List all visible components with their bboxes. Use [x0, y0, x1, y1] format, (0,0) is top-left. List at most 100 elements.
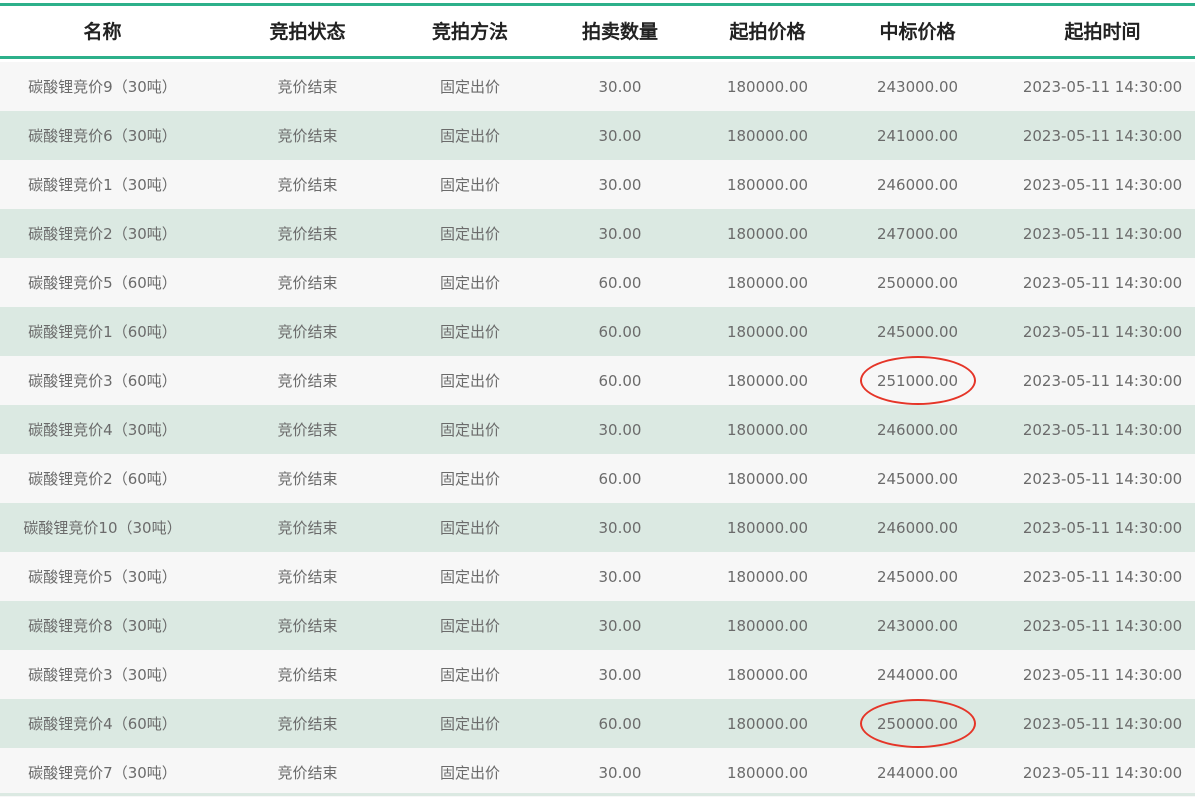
cell-quantity: 30.00	[598, 175, 642, 194]
cell-name: 碳酸锂竞价1（60吨）	[28, 323, 177, 341]
cell-status: 竞价结束	[277, 274, 338, 292]
cell-start-time: 2023-05-11 14:30:00	[1022, 714, 1183, 733]
cell-start-time: 2023-05-11 14:30:00	[1022, 224, 1183, 243]
table-row[interactable]: 碳酸锂竞价1（30吨） 竞价结束 固定出价 30.00 180000.00 246000.…	[0, 160, 1195, 209]
cell-start-price: 180000.00	[726, 175, 809, 194]
table-row[interactable]: 碳酸锂竞价3（30吨） 竞价结束 固定出价 30.00 180000.00 244000.…	[0, 650, 1195, 699]
cell-method: 固定出价	[439, 323, 500, 341]
cell-method: 固定出价	[439, 617, 500, 635]
cell-method: 固定出价	[439, 372, 500, 390]
cell-start-price: 180000.00	[726, 126, 809, 145]
cell-status: 竞价结束	[277, 127, 338, 145]
table-row[interactable]: 碳酸锂竞价5（30吨） 竞价结束 固定出价 30.00 180000.00 245000.…	[0, 552, 1195, 601]
cell-name: 碳酸锂竞价3（60吨）	[28, 372, 177, 390]
cell-winning-price: 241000.00	[876, 126, 959, 145]
cell-winning-price: 247000.00	[876, 224, 959, 243]
table-row[interactable]: 碳酸锂竞价9（30吨） 竞价结束 固定出价 30.00 180000.00 243000.…	[0, 62, 1195, 111]
cell-start-time: 2023-05-11 14:30:00	[1022, 175, 1183, 194]
cell-winning-price: 250000.00	[876, 714, 959, 733]
table-row[interactable]: 碳酸锂竞价8（30吨） 竞价结束 固定出价 30.00 180000.00 243000.…	[0, 601, 1195, 650]
cell-status: 竞价结束	[277, 323, 338, 341]
auction-results-table: 名称 竞拍状态 竞拍方法 拍卖数量 起拍价格 中标价格 起拍时间 碳酸锂竞价9（…	[0, 0, 1195, 797]
cell-method: 固定出价	[439, 666, 500, 684]
cell-start-price: 180000.00	[726, 665, 809, 684]
table-row[interactable]: 碳酸锂竞价10（30吨） 竞价结束 固定出价 30.00 180000.00 246000…	[0, 503, 1195, 552]
cell-method: 固定出价	[439, 764, 500, 782]
cell-quantity: 60.00	[598, 322, 642, 341]
table-row[interactable]: 碳酸锂竞价5（60吨） 竞价结束 固定出价 60.00 180000.00 250000.…	[0, 258, 1195, 307]
cell-quantity: 30.00	[598, 567, 642, 586]
table-row[interactable]: 碳酸锂竞价7（30吨） 竞价结束 固定出价 30.00 180000.00 244000.…	[0, 748, 1195, 797]
column-header-name[interactable]: 名称	[0, 6, 205, 56]
cell-name: 碳酸锂竞价10（30吨）	[23, 519, 182, 537]
cell-quantity: 60.00	[598, 371, 642, 390]
cell-name: 碳酸锂竞价1（30吨）	[28, 176, 177, 194]
cell-winning-price: 243000.00	[876, 77, 959, 96]
cell-status: 竞价结束	[277, 225, 338, 243]
cell-name: 碳酸锂竞价6（30吨）	[28, 127, 177, 145]
cell-name: 碳酸锂竞价7（30吨）	[28, 764, 177, 782]
cell-method: 固定出价	[439, 519, 500, 537]
cell-status: 竞价结束	[277, 666, 338, 684]
column-header-quantity[interactable]: 拍卖数量	[550, 6, 690, 56]
cell-start-price: 180000.00	[726, 567, 809, 586]
cell-status: 竞价结束	[277, 372, 338, 390]
cell-start-time: 2023-05-11 14:30:00	[1022, 77, 1183, 96]
cell-quantity: 30.00	[598, 518, 642, 537]
cell-name: 碳酸锂竞价2（30吨）	[28, 225, 177, 243]
cell-winning-price: 245000.00	[876, 469, 959, 488]
cell-start-time: 2023-05-11 14:30:00	[1022, 665, 1183, 684]
cell-start-time: 2023-05-11 14:30:00	[1022, 273, 1183, 292]
cell-method: 固定出价	[439, 274, 500, 292]
cell-method: 固定出价	[439, 127, 500, 145]
cell-start-price: 180000.00	[726, 714, 809, 733]
cell-status: 竞价结束	[277, 519, 338, 537]
cell-quantity: 60.00	[598, 469, 642, 488]
cell-start-time: 2023-05-11 14:30:00	[1022, 567, 1183, 586]
cell-name: 碳酸锂竞价5（30吨）	[28, 568, 177, 586]
column-header-start-time[interactable]: 起拍时间	[1005, 6, 1195, 56]
cell-name: 碳酸锂竞价4（60吨）	[28, 715, 177, 733]
cell-start-time: 2023-05-11 14:30:00	[1022, 322, 1183, 341]
cell-winning-price: 245000.00	[876, 322, 959, 341]
table-row[interactable]: 碳酸锂竞价2（30吨） 竞价结束 固定出价 30.00 180000.00 247000.…	[0, 209, 1195, 258]
cell-method: 固定出价	[439, 176, 500, 194]
cell-status: 竞价结束	[277, 176, 338, 194]
cell-quantity: 30.00	[598, 126, 642, 145]
cell-start-price: 180000.00	[726, 763, 809, 782]
cell-status: 竞价结束	[277, 470, 338, 488]
table-header: 名称 竞拍状态 竞拍方法 拍卖数量 起拍价格 中标价格 起拍时间	[0, 6, 1195, 59]
cell-winning-price: 251000.00	[876, 371, 959, 390]
table-row[interactable]: 碳酸锂竞价1（60吨） 竞价结束 固定出价 60.00 180000.00 245000.…	[0, 307, 1195, 356]
cell-status: 竞价结束	[277, 764, 338, 782]
cell-quantity: 60.00	[598, 273, 642, 292]
cell-quantity: 30.00	[598, 616, 642, 635]
column-header-start-price[interactable]: 起拍价格	[690, 6, 845, 56]
cell-start-price: 180000.00	[726, 371, 809, 390]
cell-winning-price: 244000.00	[876, 665, 959, 684]
cell-method: 固定出价	[439, 470, 500, 488]
column-header-winning-price[interactable]: 中标价格	[845, 6, 990, 56]
column-header-method[interactable]: 竞拍方法	[390, 6, 550, 56]
cell-winning-price: 243000.00	[876, 616, 959, 635]
cell-status: 竞价结束	[277, 78, 338, 96]
table-row[interactable]: 碳酸锂竞价4（60吨） 竞价结束 固定出价 60.00 180000.00 250000.…	[0, 699, 1195, 748]
cell-start-time: 2023-05-11 14:30:00	[1022, 469, 1183, 488]
table-row[interactable]: 碳酸锂竞价2（60吨） 竞价结束 固定出价 60.00 180000.00 245000.…	[0, 454, 1195, 503]
table-row[interactable]: 碳酸锂竞价3（60吨） 竞价结束 固定出价 60.00 180000.00 251000.…	[0, 356, 1195, 405]
cell-status: 竞价结束	[277, 617, 338, 635]
cell-start-price: 180000.00	[726, 469, 809, 488]
table-row[interactable]: 碳酸锂竞价6（30吨） 竞价结束 固定出价 30.00 180000.00 241000.…	[0, 111, 1195, 160]
cell-start-price: 180000.00	[726, 273, 809, 292]
cell-start-time: 2023-05-11 14:30:00	[1022, 420, 1183, 439]
cell-start-price: 180000.00	[726, 224, 809, 243]
cell-start-price: 180000.00	[726, 77, 809, 96]
column-header-status[interactable]: 竞拍状态	[205, 6, 410, 56]
cell-quantity: 30.00	[598, 224, 642, 243]
table-row[interactable]: 碳酸锂竞价4（30吨） 竞价结束 固定出价 30.00 180000.00 246000.…	[0, 405, 1195, 454]
cell-start-price: 180000.00	[726, 518, 809, 537]
cell-start-price: 180000.00	[726, 420, 809, 439]
cell-start-time: 2023-05-11 14:30:00	[1022, 763, 1183, 782]
cell-quantity: 30.00	[598, 77, 642, 96]
cell-method: 固定出价	[439, 225, 500, 243]
